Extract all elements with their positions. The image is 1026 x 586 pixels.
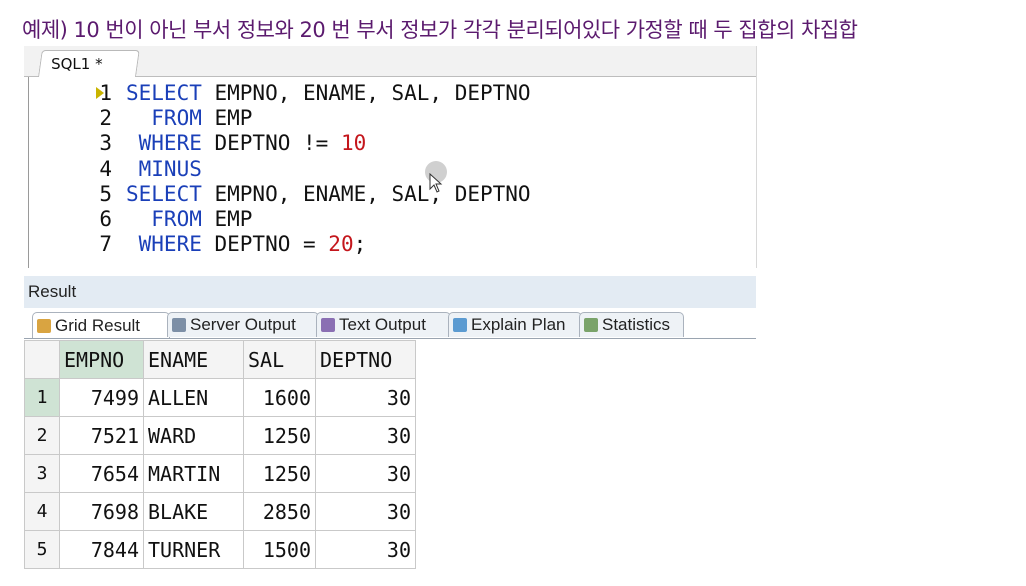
table-row[interactable]: 2 7521 WARD 1250 30 [24, 416, 416, 455]
tab-explain-plan[interactable]: Explain Plan [448, 312, 582, 337]
cell-sal[interactable]: 1500 [243, 530, 316, 569]
cell-deptno[interactable]: 30 [315, 492, 416, 531]
grid-corner [24, 340, 60, 379]
cell-deptno[interactable]: 30 [315, 378, 416, 417]
table-row[interactable]: 1 7499 ALLEN 1600 30 [24, 378, 416, 417]
row-number[interactable]: 5 [24, 530, 60, 569]
sql-text: EMP [201, 207, 253, 231]
sql-number: 10 [340, 131, 367, 156]
column-header-deptno[interactable]: DEPTNO [315, 340, 416, 379]
tab-label: Text Output [339, 315, 426, 334]
column-header-empno[interactable]: EMPNO [59, 340, 144, 379]
column-header-ename[interactable]: ENAME [143, 340, 244, 379]
code-line[interactable]: 3 WHERE DEPTNO != 10 [24, 131, 756, 156]
line-number: 7 [99, 232, 112, 257]
cell-ename[interactable]: TURNER [143, 530, 244, 569]
lesson-caption: 예제) 10 번이 아닌 부서 정보와 20 번 부서 정보가 각각 분리되어있… [22, 18, 858, 42]
cell-sal[interactable]: 1250 [243, 416, 316, 455]
explain-plan-icon [453, 318, 467, 332]
sql-text: DEPTNO = [201, 232, 329, 257]
cell-deptno[interactable]: 30 [315, 416, 416, 455]
cell-sal[interactable]: 1600 [243, 378, 316, 417]
code-area[interactable]: 1 SELECT EMPNO, ENAME, SAL, DEPTNO 2 FROM … [24, 77, 756, 268]
cell-empno[interactable]: 7521 [59, 416, 144, 455]
sql-text: DEPTNO != [201, 131, 341, 156]
statistics-icon [584, 318, 598, 332]
line-number: 4 [99, 156, 112, 181]
sql-keyword: FROM [126, 106, 202, 131]
grid-header-row: EMPNO ENAME SAL DEPTNO [24, 340, 416, 379]
server-output-icon [172, 318, 186, 332]
line-number: 2 [99, 106, 112, 131]
cell-sal[interactable]: 2850 [243, 492, 316, 531]
tab-label: Server Output [190, 315, 296, 334]
tab-sql1[interactable]: SQL1 * [38, 50, 140, 77]
table-row[interactable]: 4 7698 BLAKE 2850 30 [24, 492, 416, 531]
row-number[interactable]: 4 [24, 492, 60, 531]
sql-text: EMPNO, ENAME, SAL, DEPTNO [201, 181, 531, 206]
tab-grid-result[interactable]: Grid Result [32, 312, 170, 338]
cell-ename[interactable]: MARTIN [143, 454, 244, 493]
cell-empno[interactable]: 7844 [59, 530, 144, 569]
cell-empno[interactable]: 7698 [59, 492, 144, 531]
cell-empno[interactable]: 7499 [59, 378, 144, 417]
sql-number: 20 [328, 232, 354, 257]
sql-text: EMP [201, 106, 253, 131]
grid-icon [37, 318, 51, 333]
sql-keyword: SELECT [126, 181, 202, 206]
cell-ename[interactable]: ALLEN [143, 378, 244, 417]
code-text: WHERE DEPTNO = 20; [126, 232, 367, 257]
result-title: Result [28, 282, 77, 301]
cell-empno[interactable]: 7654 [59, 454, 144, 493]
sql-text: EMPNO, ENAME, SAL, DEPTNO [201, 81, 531, 105]
code-line[interactable]: 6 FROM EMP [24, 207, 756, 232]
cell-deptno[interactable]: 30 [315, 454, 416, 493]
tab-statistics[interactable]: Statistics [579, 312, 684, 337]
code-text: WHERE DEPTNO != 10 [126, 131, 367, 156]
cell-ename[interactable]: BLAKE [143, 492, 244, 531]
sql-keyword: MINUS [126, 156, 202, 181]
execution-marker-icon [96, 87, 104, 99]
code-line[interactable]: 5 SELECT EMPNO, ENAME, SAL, DEPTNO [24, 182, 756, 207]
code-line[interactable]: 4 MINUS [24, 157, 756, 182]
tab-sql1-label: SQL1 * [51, 55, 103, 73]
row-number[interactable]: 2 [24, 416, 60, 455]
tab-label: Grid Result [55, 315, 141, 335]
cell-sal[interactable]: 1250 [243, 454, 316, 493]
result-tab-strip: Grid Result Server Output Text Output Expla… [24, 308, 756, 339]
tab-text-output[interactable]: Text Output [316, 312, 451, 337]
line-number: 6 [99, 207, 112, 231]
table-row[interactable]: 5 7844 TURNER 1500 30 [24, 530, 416, 569]
cell-ename[interactable]: WARD [143, 416, 244, 455]
code-text: SELECT EMPNO, ENAME, SAL, DEPTNO [126, 81, 531, 106]
row-number[interactable]: 1 [24, 378, 60, 417]
cell-deptno[interactable]: 30 [315, 530, 416, 569]
column-header-sal[interactable]: SAL [243, 340, 316, 379]
result-panel: Result Grid Result Server Output Text Outp… [24, 276, 756, 339]
code-text: FROM EMP [126, 207, 252, 232]
code-text: MINUS [126, 157, 202, 182]
sql-keyword: SELECT [126, 81, 202, 105]
sql-keyword: FROM [126, 207, 202, 231]
sql-text: ; [353, 232, 367, 257]
code-line[interactable]: 2 FROM EMP [24, 106, 756, 131]
code-line[interactable]: 7 WHERE DEPTNO = 20; [24, 232, 756, 257]
result-grid[interactable]: EMPNO ENAME SAL DEPTNO 1 7499 ALLEN 1600 30 2 752… [24, 340, 416, 569]
tab-label: Explain Plan [471, 315, 566, 334]
text-output-icon [321, 318, 335, 332]
editor-tab-strip: SQL1 * [24, 46, 756, 77]
row-number[interactable]: 3 [24, 454, 60, 493]
tab-server-output[interactable]: Server Output [167, 312, 319, 337]
code-line[interactable]: 1 SELECT EMPNO, ENAME, SAL, DEPTNO [24, 81, 756, 106]
code-text: SELECT EMPNO, ENAME, SAL, DEPTNO [126, 182, 531, 207]
line-number: 3 [99, 131, 112, 156]
line-number: 5 [99, 181, 112, 206]
tab-label: Statistics [602, 315, 671, 334]
table-row[interactable]: 3 7654 MARTIN 1250 30 [24, 454, 416, 493]
sql-keyword: WHERE [126, 131, 202, 156]
sql-editor[interactable]: SQL1 * 1 SELECT EMPNO, ENAME, SAL, DEPTNO… [24, 46, 757, 268]
code-text: FROM EMP [126, 106, 252, 131]
sql-keyword: WHERE [126, 232, 202, 257]
